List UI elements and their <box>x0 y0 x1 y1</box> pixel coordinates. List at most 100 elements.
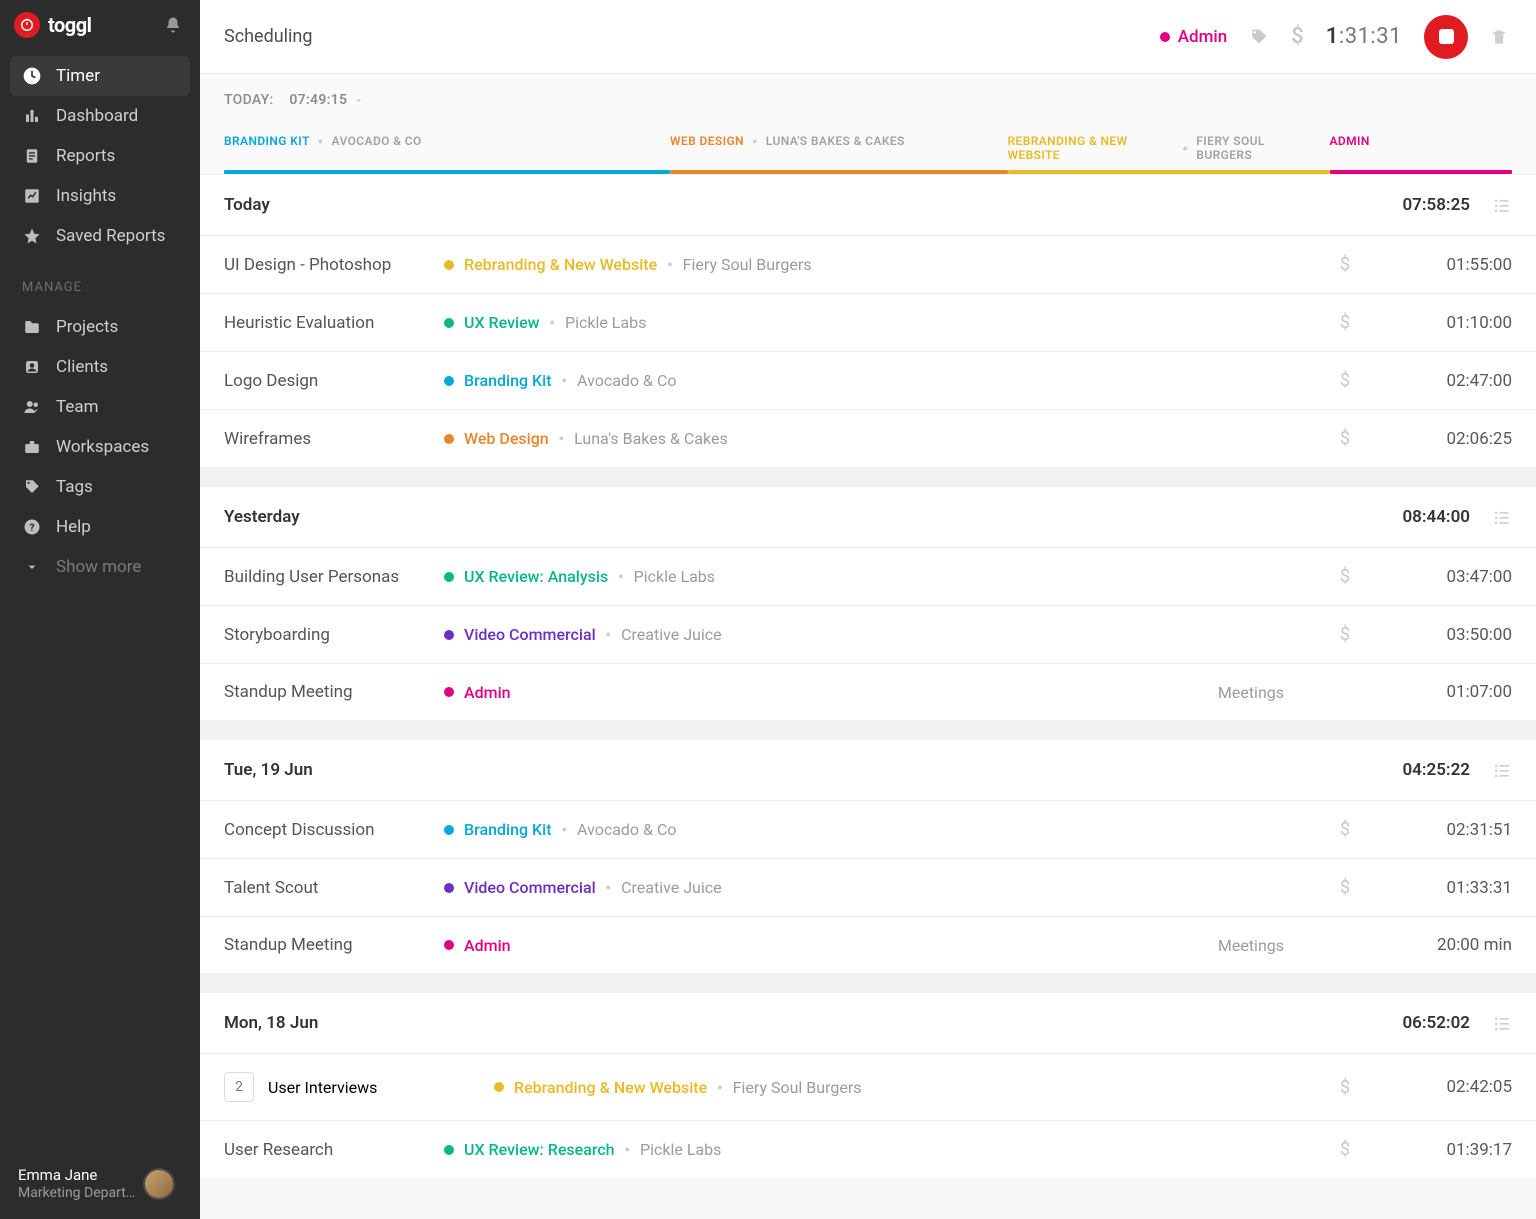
nav-label: Reports <box>56 146 115 166</box>
entry-billable-icon[interactable]: $ <box>1328 1139 1362 1160</box>
segment-admin[interactable]: ADMIN <box>1330 134 1513 174</box>
time-entry[interactable]: UI Design - PhotoshopRebranding & New We… <box>200 235 1536 293</box>
project-dot <box>444 825 454 835</box>
project-dot <box>494 1082 504 1092</box>
current-task-title[interactable]: Scheduling <box>224 26 312 47</box>
project-dot <box>444 318 454 328</box>
nav-item-help[interactable]: ? Help <box>10 507 190 547</box>
discard-icon[interactable] <box>1490 28 1508 46</box>
entry-task: Talent Scout <box>224 878 444 898</box>
entry-client: Fiery Soul Burgers <box>733 1078 862 1097</box>
entry-project[interactable]: Rebranding & New Website <box>514 1078 707 1097</box>
day-total: 04:25:22 <box>1402 760 1470 780</box>
entry-project[interactable]: Video Commercial <box>464 878 596 897</box>
nav-item-saved-reports[interactable]: Saved Reports <box>10 216 190 256</box>
segment-rebranding-new-website[interactable]: REBRANDING & NEW WEBSITE●FIERY SOUL BURG… <box>1008 134 1330 174</box>
timer-bar: Scheduling Admin $ 1:31:31 <box>200 0 1536 74</box>
tag-icon[interactable] <box>1249 27 1269 47</box>
entry-tag[interactable]: Meetings <box>1218 683 1284 702</box>
avatar <box>145 1170 173 1198</box>
project-dot <box>444 630 454 640</box>
time-entry[interactable]: Logo DesignBranding Kit●Avocado & Co$02:… <box>200 351 1536 409</box>
time-entry[interactable]: Talent ScoutVideo Commercial●Creative Ju… <box>200 858 1536 916</box>
nav-item-clients[interactable]: Clients <box>10 347 190 387</box>
stop-button[interactable] <box>1424 15 1468 59</box>
time-entry[interactable]: Building User PersonasUX Review: Analysi… <box>200 547 1536 605</box>
user-name: Emma Jane <box>18 1166 135 1185</box>
entry-billable-icon[interactable]: $ <box>1328 370 1362 391</box>
nav-label: Help <box>56 517 91 537</box>
entry-project[interactable]: Video Commercial <box>464 625 596 644</box>
time-entry[interactable]: WireframesWeb Design●Luna's Bakes & Cake… <box>200 409 1536 467</box>
entry-billable-icon[interactable]: $ <box>1328 312 1362 333</box>
bars-icon <box>22 107 42 125</box>
entry-project[interactable]: Admin <box>464 936 511 955</box>
time-entry[interactable]: Concept DiscussionBranding Kit●Avocado &… <box>200 800 1536 858</box>
entry-project[interactable]: Branding Kit <box>464 371 552 390</box>
nav-item-insights[interactable]: Insights <box>10 176 190 216</box>
notifications-icon[interactable] <box>164 16 182 34</box>
folder-icon <box>22 318 42 336</box>
help-icon: ? <box>22 518 42 536</box>
entry-billable-icon[interactable]: $ <box>1328 877 1362 898</box>
entry-task: User Interviews <box>268 1078 377 1097</box>
entry-duration: 01:33:31 <box>1362 878 1512 898</box>
entry-project[interactable]: Branding Kit <box>464 820 552 839</box>
entry-task: Standup Meeting <box>224 935 444 955</box>
nav-label: Timer <box>56 66 100 86</box>
entry-project[interactable]: Admin <box>464 683 511 702</box>
sidebar-user[interactable]: Emma Jane Marketing Depart… <box>0 1152 200 1219</box>
entry-billable-icon[interactable]: $ <box>1328 428 1362 449</box>
project-dot <box>444 883 454 893</box>
day-title: Today <box>224 195 270 215</box>
time-entry[interactable]: User ResearchUX Review: Research●Pickle … <box>200 1120 1536 1178</box>
entry-tag[interactable]: Meetings <box>1218 936 1284 955</box>
entry-project[interactable]: UX Review <box>464 313 540 332</box>
billable-icon[interactable]: $ <box>1291 24 1304 49</box>
entry-count[interactable]: 2 <box>224 1072 254 1102</box>
entry-billable-icon[interactable]: $ <box>1328 1077 1362 1098</box>
day-header: Today07:58:25 <box>200 175 1536 235</box>
list-toggle-icon[interactable] <box>1492 507 1512 527</box>
entry-project[interactable]: UX Review: Analysis <box>464 567 608 586</box>
segment-branding-kit[interactable]: BRANDING KIT●AVOCADO & CO <box>224 134 670 174</box>
nav-item-tags[interactable]: Tags <box>10 467 190 507</box>
day-header: Yesterday08:44:00 <box>200 487 1536 547</box>
nav-item-reports[interactable]: Reports <box>10 136 190 176</box>
time-entry[interactable]: Standup MeetingAdminMeetings01:07:00 <box>200 663 1536 720</box>
nav-label: Clients <box>56 357 108 377</box>
day-header: Mon, 18 Jun06:52:02 <box>200 993 1536 1053</box>
project-dot <box>444 376 454 386</box>
entry-project[interactable]: Web Design <box>464 429 549 448</box>
entry-task: Concept Discussion <box>224 820 444 840</box>
summary-bar: TODAY: 07:49:15 BRANDING KIT●AVOCADO & C… <box>200 74 1536 175</box>
entry-task: Storyboarding <box>224 625 444 645</box>
nav-item-show-more[interactable]: Show more <box>10 547 190 587</box>
day-total: 08:44:00 <box>1402 507 1470 527</box>
nav-item-timer[interactable]: Timer <box>10 56 190 96</box>
entry-billable-icon[interactable]: $ <box>1328 566 1362 587</box>
entry-billable-icon[interactable]: $ <box>1328 624 1362 645</box>
nav-item-team[interactable]: Team <box>10 387 190 427</box>
list-toggle-icon[interactable] <box>1492 195 1512 215</box>
list-toggle-icon[interactable] <box>1492 760 1512 780</box>
brand[interactable]: toggl <box>14 12 91 38</box>
entry-duration: 03:47:00 <box>1362 567 1512 587</box>
time-entry[interactable]: StoryboardingVideo Commercial●Creative J… <box>200 605 1536 663</box>
nav-item-projects[interactable]: Projects <box>10 307 190 347</box>
sidebar: toggl Timer Dashboard Reports InsightsSaved… <box>0 0 200 1219</box>
entry-billable-icon[interactable]: $ <box>1328 254 1362 275</box>
entry-project[interactable]: UX Review: Research <box>464 1140 615 1159</box>
today-summary[interactable]: TODAY: 07:49:15 <box>224 92 1512 108</box>
time-entry[interactable]: 2 User Interviews Rebranding & New Website… <box>200 1053 1536 1120</box>
nav-item-dashboard[interactable]: Dashboard <box>10 96 190 136</box>
segment-web-design[interactable]: WEB DESIGN●LUNA'S BAKES & CAKES <box>670 134 1008 174</box>
list-toggle-icon[interactable] <box>1492 1013 1512 1033</box>
time-entry[interactable]: Heuristic EvaluationUX Review●Pickle Lab… <box>200 293 1536 351</box>
nav-label: Projects <box>56 317 118 337</box>
nav-item-workspaces[interactable]: Workspaces <box>10 427 190 467</box>
time-entry[interactable]: Standup MeetingAdminMeetings20:00 min <box>200 916 1536 973</box>
entry-billable-icon[interactable]: $ <box>1328 819 1362 840</box>
entry-project[interactable]: Rebranding & New Website <box>464 255 657 274</box>
current-project[interactable]: Admin <box>1160 27 1227 47</box>
